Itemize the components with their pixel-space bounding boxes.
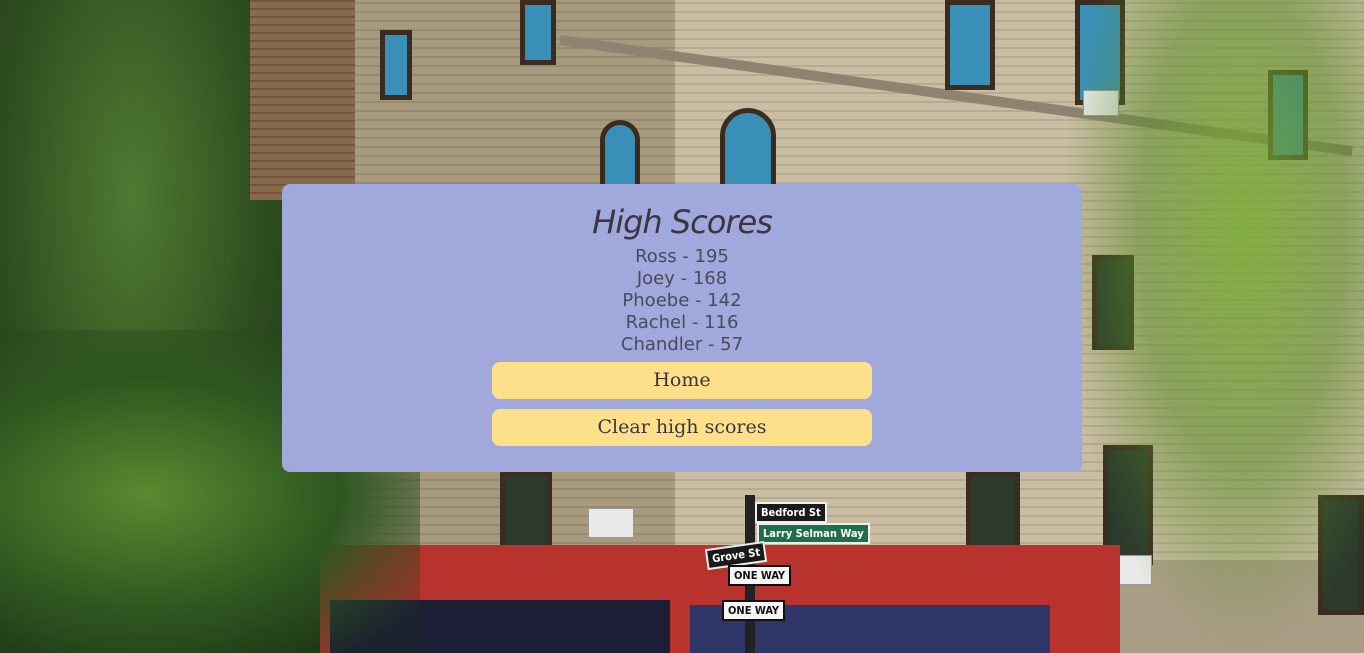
one-way-sign: ONE WAY bbox=[728, 565, 792, 586]
street-sign-bedford: Bedford St bbox=[755, 502, 827, 523]
tree-right bbox=[1060, 0, 1364, 653]
score-item: Phoebe - 142 bbox=[622, 290, 742, 311]
score-item: Joey - 168 bbox=[636, 268, 728, 289]
brick-building-left bbox=[250, 0, 360, 200]
home-button[interactable]: Home bbox=[492, 362, 872, 399]
window bbox=[720, 108, 776, 194]
window bbox=[380, 30, 412, 100]
score-item: Chandler - 57 bbox=[620, 334, 744, 355]
air-conditioner bbox=[588, 508, 634, 538]
high-scores-card: High Scores Ross - 195 Joey - 168 Phoebe… bbox=[282, 184, 1082, 472]
window bbox=[945, 0, 995, 90]
one-way-sign: ONE WAY bbox=[722, 600, 786, 621]
clear-high-scores-button[interactable]: Clear high scores bbox=[492, 409, 872, 446]
window bbox=[520, 0, 556, 65]
window bbox=[600, 120, 640, 192]
score-list: Ross - 195 Joey - 168 Phoebe - 142 Rache… bbox=[282, 246, 1082, 356]
street-sign-larry: Larry Selman Way bbox=[757, 523, 870, 544]
score-item: Ross - 195 bbox=[635, 246, 729, 267]
score-item: Rachel - 116 bbox=[625, 312, 739, 333]
page-title: High Scores bbox=[592, 203, 773, 241]
